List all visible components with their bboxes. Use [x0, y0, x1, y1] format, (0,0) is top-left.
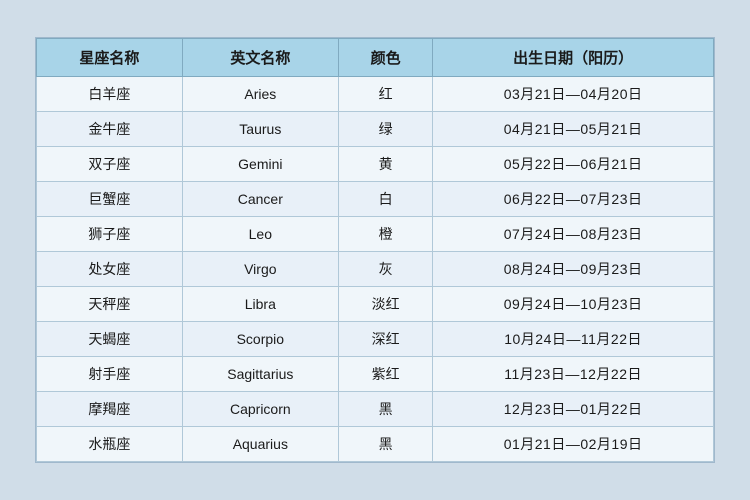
cell-english-name: Leo: [182, 217, 338, 252]
cell-english-name: Taurus: [182, 112, 338, 147]
cell-color: 绿: [338, 112, 432, 147]
table-row: 天秤座Libra淡红09月24日—10月23日: [37, 287, 714, 322]
zodiac-table: 星座名称 英文名称 颜色 出生日期（阳历） 白羊座Aries红03月21日—04…: [36, 38, 714, 462]
table-row: 巨蟹座Cancer白06月22日—07月23日: [37, 182, 714, 217]
header-color: 颜色: [338, 39, 432, 77]
zodiac-table-container: 星座名称 英文名称 颜色 出生日期（阳历） 白羊座Aries红03月21日—04…: [35, 37, 715, 463]
cell-date: 08月24日—09月23日: [433, 252, 714, 287]
table-header-row: 星座名称 英文名称 颜色 出生日期（阳历）: [37, 39, 714, 77]
cell-color: 灰: [338, 252, 432, 287]
cell-color: 白: [338, 182, 432, 217]
table-row: 白羊座Aries红03月21日—04月20日: [37, 77, 714, 112]
cell-english-name: Libra: [182, 287, 338, 322]
cell-english-name: Virgo: [182, 252, 338, 287]
cell-english-name: Gemini: [182, 147, 338, 182]
cell-english-name: Sagittarius: [182, 357, 338, 392]
cell-chinese-name: 天秤座: [37, 287, 183, 322]
cell-color: 深红: [338, 322, 432, 357]
cell-english-name: Aries: [182, 77, 338, 112]
header-birthdate: 出生日期（阳历）: [433, 39, 714, 77]
table-row: 射手座Sagittarius紫红11月23日—12月22日: [37, 357, 714, 392]
cell-english-name: Cancer: [182, 182, 338, 217]
cell-color: 黑: [338, 392, 432, 427]
cell-chinese-name: 金牛座: [37, 112, 183, 147]
cell-date: 06月22日—07月23日: [433, 182, 714, 217]
cell-date: 10月24日—11月22日: [433, 322, 714, 357]
cell-chinese-name: 摩羯座: [37, 392, 183, 427]
cell-date: 01月21日—02月19日: [433, 427, 714, 462]
cell-english-name: Scorpio: [182, 322, 338, 357]
table-row: 水瓶座Aquarius黑01月21日—02月19日: [37, 427, 714, 462]
cell-color: 淡红: [338, 287, 432, 322]
table-row: 双子座Gemini黄05月22日—06月21日: [37, 147, 714, 182]
cell-color: 紫红: [338, 357, 432, 392]
cell-chinese-name: 白羊座: [37, 77, 183, 112]
cell-chinese-name: 狮子座: [37, 217, 183, 252]
table-row: 摩羯座Capricorn黑12月23日—01月22日: [37, 392, 714, 427]
cell-date: 12月23日—01月22日: [433, 392, 714, 427]
cell-chinese-name: 巨蟹座: [37, 182, 183, 217]
table-row: 处女座Virgo灰08月24日—09月23日: [37, 252, 714, 287]
cell-english-name: Capricorn: [182, 392, 338, 427]
cell-chinese-name: 射手座: [37, 357, 183, 392]
cell-date: 09月24日—10月23日: [433, 287, 714, 322]
header-chinese-name: 星座名称: [37, 39, 183, 77]
cell-chinese-name: 处女座: [37, 252, 183, 287]
cell-date: 04月21日—05月21日: [433, 112, 714, 147]
table-row: 天蝎座Scorpio深红10月24日—11月22日: [37, 322, 714, 357]
cell-date: 11月23日—12月22日: [433, 357, 714, 392]
cell-color: 红: [338, 77, 432, 112]
table-row: 金牛座Taurus绿04月21日—05月21日: [37, 112, 714, 147]
cell-chinese-name: 水瓶座: [37, 427, 183, 462]
cell-chinese-name: 双子座: [37, 147, 183, 182]
cell-english-name: Aquarius: [182, 427, 338, 462]
cell-date: 05月22日—06月21日: [433, 147, 714, 182]
table-row: 狮子座Leo橙07月24日—08月23日: [37, 217, 714, 252]
header-english-name: 英文名称: [182, 39, 338, 77]
cell-color: 橙: [338, 217, 432, 252]
cell-color: 黑: [338, 427, 432, 462]
cell-date: 07月24日—08月23日: [433, 217, 714, 252]
cell-color: 黄: [338, 147, 432, 182]
cell-chinese-name: 天蝎座: [37, 322, 183, 357]
cell-date: 03月21日—04月20日: [433, 77, 714, 112]
